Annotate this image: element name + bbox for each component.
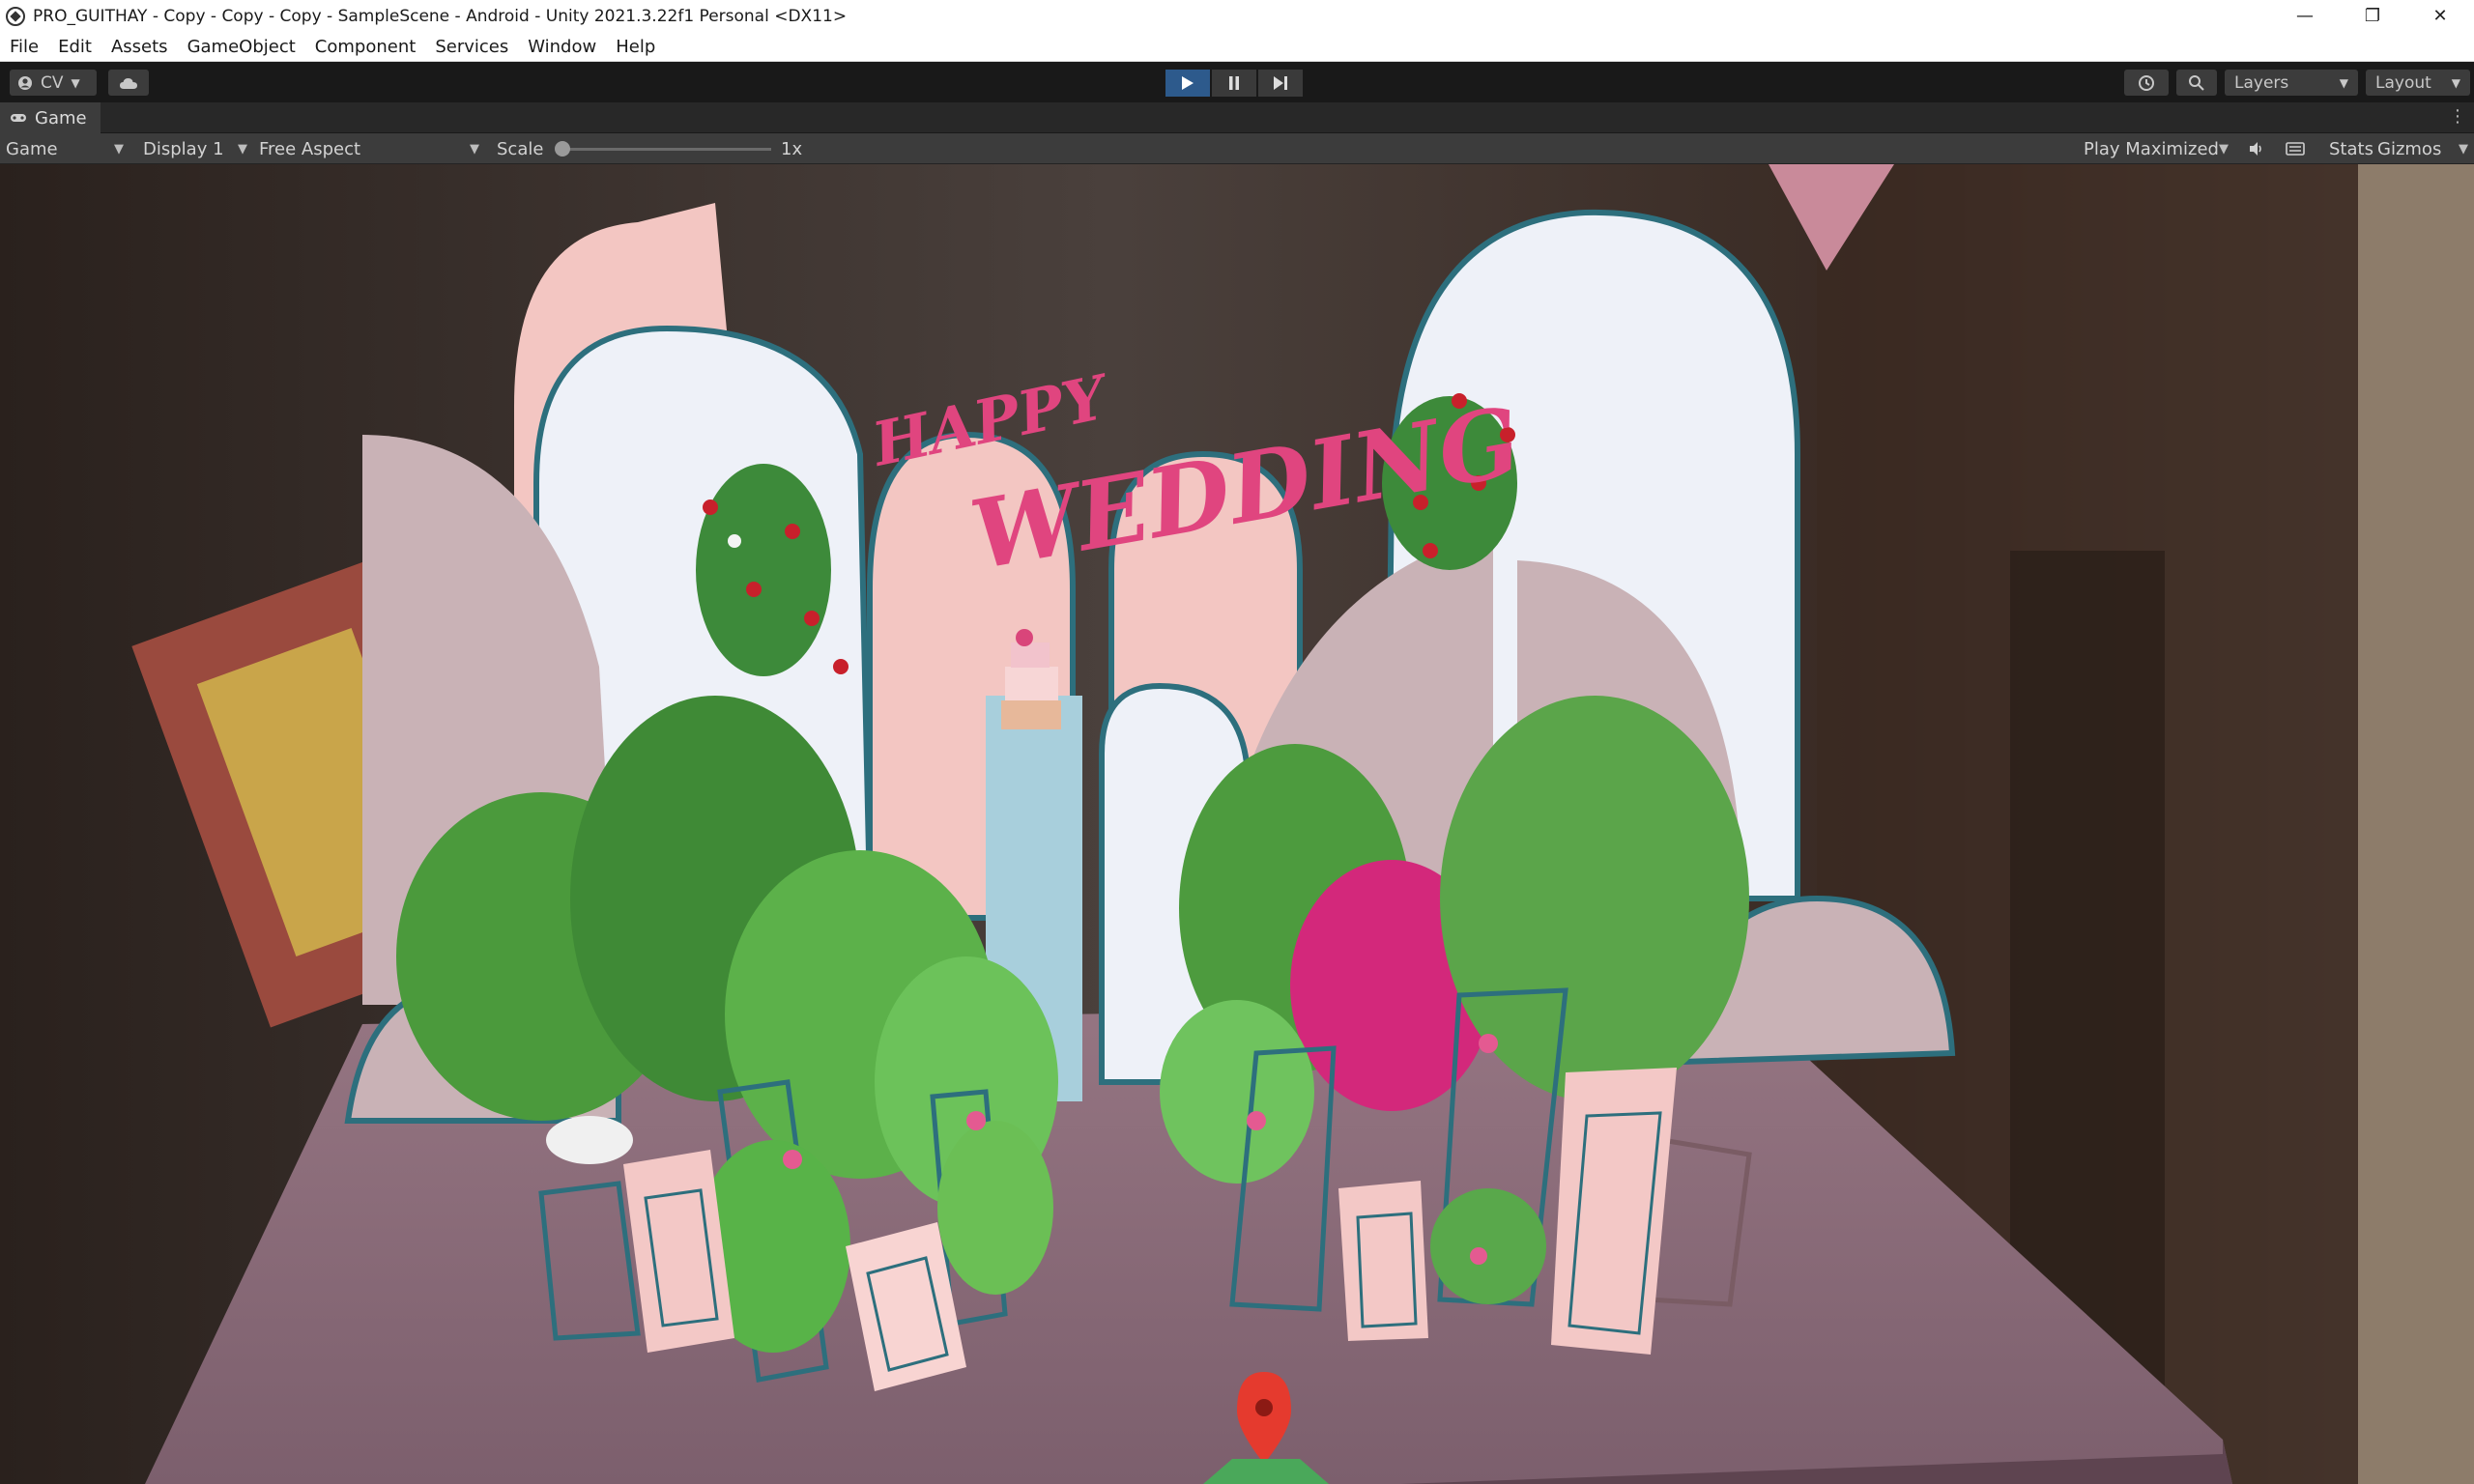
display-label: Display 1 (143, 138, 224, 159)
game-viewport[interactable]: HAPPY WEDDING (0, 164, 2474, 1484)
gamepad-icon (11, 114, 26, 122)
menu-bar: File Edit Assets GameObject Component Se… (0, 32, 2474, 62)
menu-help[interactable]: Help (606, 32, 665, 62)
tab-game[interactable]: Game (0, 102, 101, 133)
chevron-down-icon: ▼ (2451, 75, 2460, 90)
tab-bar: Game ⋮ (0, 102, 2474, 133)
account-dropdown[interactable]: CV ▼ (10, 70, 97, 96)
pink-pedestal-3 (1338, 1181, 1428, 1341)
aspect-dropdown[interactable]: Free Aspect ▼ (253, 135, 485, 162)
menu-edit[interactable]: Edit (48, 32, 101, 62)
step-button[interactable] (1258, 70, 1303, 97)
search-button[interactable] (2176, 70, 2217, 96)
scale-slider[interactable] (559, 148, 771, 151)
account-icon (18, 75, 32, 90)
scale-label: Scale (497, 139, 544, 159)
cloud-button[interactable] (108, 70, 149, 96)
cake-top (1011, 642, 1050, 668)
audio-toggle[interactable] (2240, 137, 2273, 160)
play-mode-label: Play Maximized (2084, 138, 2219, 159)
title-bar: PRO_GUITHAY - Copy - Copy - Copy - Sampl… (0, 0, 2474, 32)
chevron-down-icon: ▼ (114, 141, 124, 157)
chevron-down-icon: ▼ (470, 141, 479, 157)
play-mode-dropdown[interactable]: Play Maximized ▼ (2078, 135, 2234, 162)
search-icon (2189, 74, 2204, 91)
main-toolbar: CV ▼ Layers ▼ Layout ▼ (0, 62, 2474, 102)
wall-right (2358, 164, 2474, 1484)
white-pot (546, 1116, 633, 1164)
gizmos-label: Gizmos (2377, 138, 2442, 159)
layers-dropdown[interactable]: Layers ▼ (2225, 70, 2358, 96)
unity-logo-icon (6, 6, 25, 26)
play-controls (1165, 70, 1303, 97)
cake-bottom (1001, 700, 1061, 729)
cake-middle (1005, 667, 1058, 700)
menu-file[interactable]: File (0, 32, 48, 62)
menu-assets[interactable]: Assets (101, 32, 178, 62)
shortcuts-toggle[interactable] (2279, 137, 2312, 160)
scene-render: HAPPY WEDDING (0, 164, 2474, 1484)
chevron-down-icon: ▼ (71, 75, 80, 90)
chevron-down-icon: ▼ (238, 141, 247, 157)
layout-dropdown[interactable]: Layout ▼ (2366, 70, 2470, 96)
stats-button[interactable]: Stats (2329, 139, 2373, 159)
window-controls: — ❐ ✕ (2271, 0, 2474, 32)
tab-game-label: Game (35, 107, 87, 128)
history-icon (2139, 74, 2154, 91)
menu-window[interactable]: Window (518, 32, 606, 62)
window-title: PRO_GUITHAY - Copy - Copy - Copy - Sampl… (33, 6, 848, 26)
chevron-down-icon: ▼ (2219, 141, 2229, 157)
layout-label: Layout (2375, 72, 2431, 93)
gizmos-dropdown[interactable]: Gizmos ▼ (2372, 135, 2474, 162)
pause-button[interactable] (1212, 70, 1256, 97)
cake-bow (1016, 629, 1033, 646)
menu-component[interactable]: Component (305, 32, 426, 62)
aspect-label: Free Aspect (259, 138, 361, 159)
minimize-button[interactable]: — (2271, 0, 2339, 32)
chevron-down-icon: ▼ (2339, 75, 2348, 90)
display-dropdown[interactable]: Display 1 ▼ (137, 135, 253, 162)
plant-right-3 (1160, 1000, 1314, 1184)
scale-slider-handle[interactable] (555, 141, 570, 157)
pause-icon (1229, 76, 1239, 90)
account-label: CV (41, 72, 64, 93)
play-icon (1182, 76, 1194, 90)
menu-services[interactable]: Services (425, 32, 518, 62)
scale-value: 1x (781, 139, 803, 159)
view-mode-dropdown[interactable]: Game ▼ (0, 135, 129, 162)
play-button[interactable] (1165, 70, 1210, 97)
keyboard-icon (2286, 142, 2305, 156)
chevron-down-icon: ▼ (2459, 141, 2468, 157)
undo-history-button[interactable] (2124, 70, 2169, 96)
more-options-icon[interactable]: ⋮ (2449, 106, 2466, 127)
menu-gameobject[interactable]: GameObject (178, 32, 305, 62)
layers-label: Layers (2234, 72, 2289, 93)
speaker-icon (2250, 142, 2261, 156)
view-mode-label: Game (6, 138, 58, 159)
step-icon (1274, 76, 1287, 90)
restore-button[interactable]: ❐ (2339, 0, 2406, 32)
game-view-controls: Game ▼ Display 1 ▼ Free Aspect ▼ Scale 1… (0, 133, 2474, 164)
cloud-icon (120, 77, 137, 89)
close-button[interactable]: ✕ (2406, 0, 2474, 32)
